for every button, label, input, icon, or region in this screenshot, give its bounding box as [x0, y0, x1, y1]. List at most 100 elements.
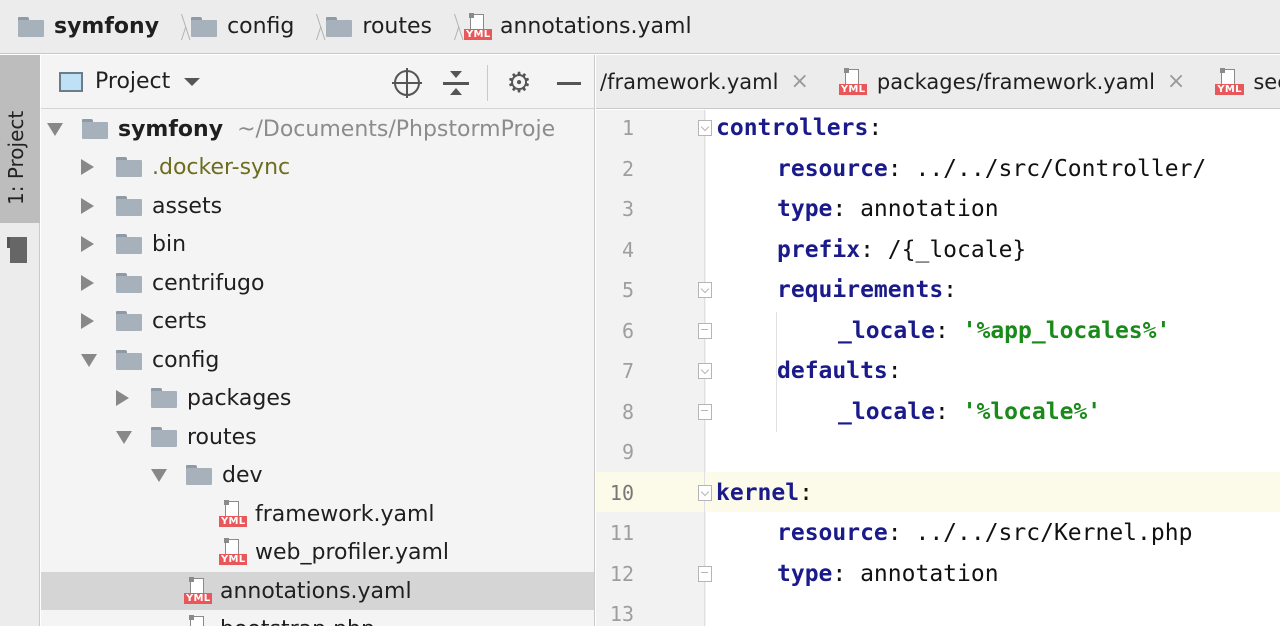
close-icon[interactable]: ×	[790, 69, 808, 94]
tree-item-label: dev	[222, 462, 263, 488]
breadcrumb-label: annotations.yaml	[499, 14, 692, 39]
breadcrumb-annotations-yaml[interactable]: YML annotations.yaml	[463, 0, 692, 54]
editor-tab-security-yaml[interactable]: YML secu	[1207, 55, 1280, 108]
chevron-down-icon[interactable]	[47, 122, 63, 136]
tab-label: /framework.yaml	[600, 69, 779, 94]
code-line[interactable]: 12 type: annotation	[596, 554, 1280, 594]
tree-item-assets[interactable]: assets	[41, 187, 594, 225]
breadcrumb-separator-icon	[302, 0, 316, 54]
chevron-right-icon[interactable]	[81, 198, 94, 214]
tree-item-bin[interactable]: bin	[41, 225, 594, 263]
code-line[interactable]: 11 resource: ../../src/Kernel.php	[596, 513, 1280, 553]
yaml-key: type	[777, 196, 833, 222]
chevron-right-icon[interactable]	[81, 236, 94, 252]
tab-label: secu	[1253, 69, 1280, 94]
folder-icon	[7, 237, 33, 263]
code-text: requirements:	[777, 277, 957, 303]
close-icon[interactable]: ×	[1167, 69, 1185, 94]
fold-marker-icon[interactable]	[698, 484, 712, 501]
toolbar-divider	[487, 65, 488, 101]
fold-marker-icon[interactable]	[698, 565, 712, 582]
tree-item-symfony[interactable]: symfony ~/Documents/PhpstormProje	[41, 110, 594, 148]
breadcrumb-config[interactable]: config	[191, 0, 294, 54]
code-line[interactable]: 5 requirements:	[596, 270, 1280, 310]
yml-file-icon: YML	[463, 12, 493, 40]
code-line[interactable]: 3 type: annotation	[596, 189, 1280, 229]
tree-item-framework-yaml[interactable]: YML framework.yaml	[41, 495, 594, 533]
code-line[interactable]: 8 _locale: '%locale%'	[596, 392, 1280, 432]
code-text: resource: ../../src/Kernel.php	[777, 520, 1192, 546]
settings-button[interactable]: ⚙	[505, 69, 533, 97]
yml-file-icon: YML	[838, 67, 868, 95]
line-number: 8	[621, 399, 634, 424]
tree-item-label: routes	[187, 424, 257, 450]
yaml-string: '%app_locales%'	[962, 317, 1171, 344]
yaml-value: :	[934, 317, 963, 344]
fold-marker-icon[interactable]	[698, 120, 712, 136]
chevron-down-icon[interactable]	[184, 77, 201, 86]
crosshair-icon	[392, 68, 422, 98]
yaml-key: type	[777, 560, 833, 587]
line-number: 6	[621, 318, 634, 343]
tree-item-bootstrap-php[interactable]: bootstrap.php	[41, 610, 594, 626]
locate-file-button[interactable]	[392, 68, 422, 98]
tree-item-label: web_profiler.yaml	[255, 539, 450, 565]
fold-marker-icon[interactable]	[698, 363, 712, 379]
breadcrumb-label: symfony	[54, 14, 160, 39]
code-line[interactable]: 1 controllers:	[596, 110, 1280, 148]
breadcrumb-label: routes	[362, 14, 432, 39]
fold-marker-icon[interactable]	[698, 282, 712, 298]
chevron-right-icon[interactable]	[81, 159, 94, 175]
yaml-value: :	[943, 277, 958, 303]
code-editor[interactable]: 1 controllers: 2 resource: ../../src/Contro…	[596, 110, 1280, 626]
code-line[interactable]: 4 prefix: /{_locale}	[596, 230, 1280, 270]
chevron-down-icon[interactable]	[151, 468, 167, 482]
breadcrumb-separator-icon	[440, 0, 454, 54]
tree-item-annotations-yaml[interactable]: YML annotations.yaml	[41, 572, 594, 610]
tree-item-centrifugo[interactable]: centrifugo	[41, 264, 594, 302]
project-view-icon	[59, 71, 83, 92]
tree-item-web-profiler-yaml[interactable]: YML web_profiler.yaml	[41, 533, 594, 571]
breadcrumb-symfony[interactable]: symfony	[18, 0, 159, 54]
code-line[interactable]: 9	[596, 432, 1280, 472]
folder-icon	[116, 350, 142, 370]
folder-icon	[151, 427, 177, 447]
collapse-all-button[interactable]	[442, 69, 470, 97]
tree-item-packages[interactable]: packages	[41, 379, 594, 417]
yaml-value: :	[799, 479, 813, 506]
fold-marker-icon[interactable]	[698, 403, 712, 420]
code-text: _locale: '%locale%'	[838, 399, 1101, 425]
code-line[interactable]: 13	[596, 594, 1280, 626]
yaml-value: :	[868, 115, 883, 141]
code-text: _locale: '%app_locales%'	[838, 318, 1170, 344]
code-text: kernel:	[716, 480, 813, 506]
chevron-right-icon[interactable]	[81, 275, 94, 291]
code-line[interactable]: 7 defaults:	[596, 351, 1280, 391]
code-text: resource: ../../src/Controller/	[777, 156, 1206, 182]
code-line[interactable]: 10 kernel:	[596, 473, 1280, 513]
breadcrumb-routes[interactable]: routes	[326, 0, 432, 54]
editor-tab-framework-yaml[interactable]: /framework.yaml ×	[596, 55, 831, 108]
hide-panel-button[interactable]	[555, 69, 583, 97]
chevron-right-icon[interactable]	[116, 390, 129, 406]
tree-item-docker-sync[interactable]: .docker-sync	[41, 148, 594, 186]
line-number: 7	[621, 359, 634, 383]
project-view-selector[interactable]: Project	[95, 69, 170, 94]
tree-item-label: bootstrap.php	[220, 617, 375, 626]
tree-item-routes[interactable]: routes	[41, 418, 594, 456]
tree-item-certs[interactable]: certs	[41, 302, 594, 340]
project-tool-window-button[interactable]: 1: Project	[0, 55, 40, 263]
chevron-down-icon[interactable]	[116, 430, 132, 444]
code-line[interactable]: 2 resource: ../../src/Controller/	[596, 149, 1280, 189]
tree-item-dev[interactable]: dev	[41, 456, 594, 494]
yaml-key: kernel	[716, 479, 800, 506]
editor-tab-packages-framework-yaml[interactable]: YML packages/framework.yaml ×	[831, 55, 1207, 108]
folder-icon	[116, 157, 142, 177]
code-line[interactable]: 6 _locale: '%app_locales%'	[596, 311, 1280, 351]
chevron-right-icon[interactable]	[81, 313, 94, 329]
folder-icon	[191, 16, 218, 37]
fold-marker-icon[interactable]	[698, 322, 712, 339]
tree-item-label: .docker-sync	[152, 154, 291, 180]
tree-item-config[interactable]: config	[41, 341, 594, 379]
chevron-down-icon[interactable]	[81, 353, 97, 367]
